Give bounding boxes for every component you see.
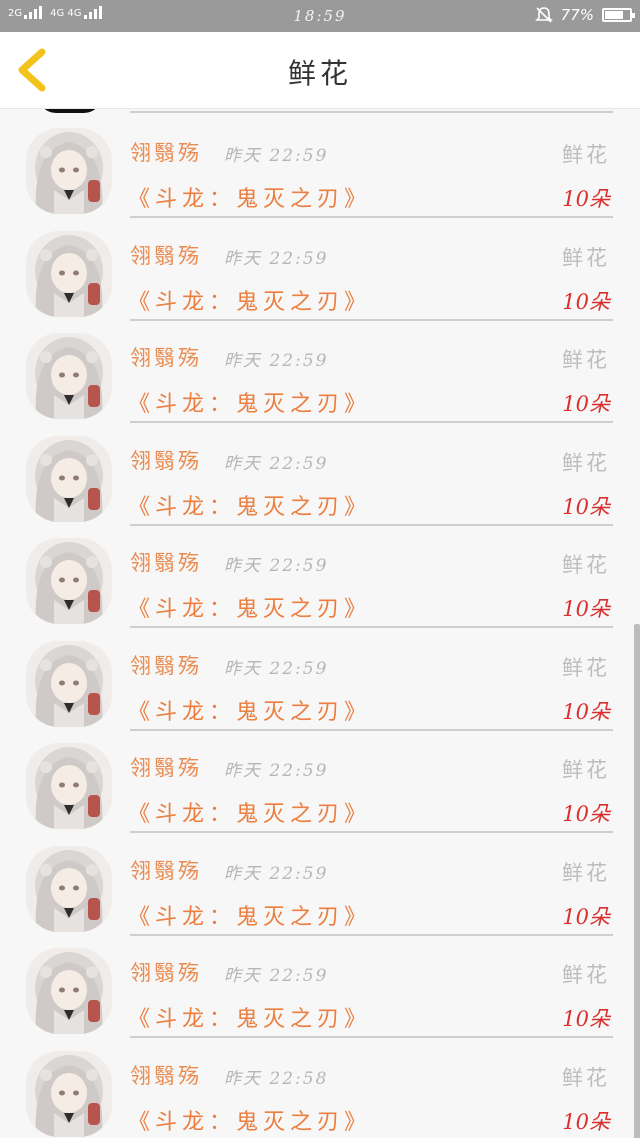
gift-record-row[interactable]: 翎翳殇 昨天 22:59 鲜花 《斗龙：鬼灭之刃》 10朵 — [0, 831, 640, 936]
avatar[interactable] — [26, 1050, 112, 1137]
record-time: 昨天 22:59 — [224, 248, 329, 269]
gift-count: 10朵 — [562, 1109, 610, 1134]
sender-name: 翎翳殇 — [130, 551, 202, 575]
avatar-image — [26, 743, 112, 829]
bell-muted-icon — [534, 7, 553, 23]
avatar-image — [26, 538, 112, 624]
record-time: 昨天 22:59 — [224, 761, 329, 781]
gift-record-row[interactable]: 翎翳殇 昨天 22:59 鲜花 《斗龙：鬼灭之刃》 10朵 — [0, 421, 640, 526]
record-time: 昨天 22:58 — [224, 1068, 329, 1089]
sender-name: 翎翳殇 — [130, 756, 202, 780]
avatar-image — [26, 1050, 112, 1137]
avatar-image — [26, 948, 112, 1034]
status-bar: 2G 4G 4G 18:59 77% — [0, 0, 640, 32]
avatar[interactable] — [26, 538, 112, 624]
record-time: 昨天 22:59 — [224, 146, 329, 166]
sender-name: 翎翳殇 — [130, 141, 202, 165]
page-title: 鲜花 — [287, 57, 352, 90]
gift-type: 鲜花 — [562, 143, 610, 167]
gift-record-row[interactable]: 翎翳殇 昨天 22:59 鲜花 《斗龙：鬼灭之刃》 10朵 — [0, 318, 640, 423]
gift-type: 鲜花 — [562, 1065, 610, 1090]
gift-count: 10朵 — [562, 904, 610, 929]
book-title[interactable]: 《斗龙：鬼灭之刃》 — [128, 489, 371, 521]
sender-name: 翎翳殇 — [130, 243, 202, 268]
avatar[interactable] — [26, 333, 112, 419]
book-title[interactable]: 《斗龙：鬼灭之刃》 — [128, 181, 371, 213]
avatar[interactable] — [26, 128, 112, 214]
book-title[interactable]: 《斗龙：鬼灭之刃》 — [128, 1104, 371, 1136]
battery-icon — [602, 8, 635, 22]
record-time: 昨天 22:59 — [224, 556, 329, 576]
avatar-image — [26, 640, 112, 727]
gift-count: 10朵 — [562, 802, 610, 826]
avatar[interactable] — [26, 845, 112, 932]
battery-fill — [605, 11, 624, 19]
gift-type: 鲜花 — [562, 245, 610, 270]
record-time: 昨天 22:59 — [224, 658, 329, 679]
gift-count: 10朵 — [562, 597, 610, 621]
gift-type: 鲜花 — [562, 348, 610, 372]
gift-record-row[interactable]: 翎翳殇 昨天 22:59 鲜花 《斗龙：鬼灭之刃》 10朵 — [0, 113, 640, 218]
gift-record-row[interactable]: 翎翳殇 昨天 22:59 鲜花 《斗龙：鬼灭之刃》 10朵 — [0, 523, 640, 628]
gift-count: 10朵 — [562, 187, 610, 211]
gift-type: 鲜花 — [562, 963, 610, 987]
avatar-image — [26, 128, 112, 214]
sender-name: 翎翳殇 — [130, 858, 202, 883]
gift-count: 10朵 — [562, 494, 610, 519]
scrollbar[interactable] — [634, 624, 640, 1138]
avatar-image — [26, 845, 112, 932]
book-title[interactable]: 《斗龙：鬼灭之刃》 — [128, 284, 371, 316]
gift-record-list[interactable]: 翎翳殇 昨天 22:59 鲜花 《斗龙：鬼灭之刃》 10朵 翎翳殇 昨天 22:… — [0, 109, 640, 1138]
gift-count: 10朵 — [562, 392, 610, 416]
book-title[interactable]: 《斗龙：鬼灭之刃》 — [128, 899, 371, 931]
book-title[interactable]: 《斗龙：鬼灭之刃》 — [128, 591, 371, 623]
sender-name: 翎翳殇 — [130, 653, 202, 678]
gift-record-row[interactable]: 翎翳殇 昨天 22:58 鲜花 《斗龙：鬼灭之刃》 10朵 — [0, 1036, 640, 1138]
gift-record-row[interactable]: 翎翳殇 昨天 22:59 鲜花 《斗龙：鬼灭之刃》 10朵 — [0, 728, 640, 833]
avatar-image — [26, 333, 112, 419]
gift-type: 鲜花 — [562, 860, 610, 885]
sender-name: 翎翳殇 — [130, 448, 202, 473]
gift-type: 鲜花 — [562, 758, 610, 782]
avatar-image — [26, 230, 112, 317]
gift-record-row[interactable]: 翎翳殇 昨天 22:59 鲜花 《斗龙：鬼灭之刃》 10朵 — [0, 933, 640, 1038]
book-title[interactable]: 《斗龙：鬼灭之刃》 — [128, 386, 371, 418]
avatar[interactable] — [26, 230, 112, 317]
gift-record-row[interactable]: 翎翳殇 昨天 22:59 鲜花 《斗龙：鬼灭之刃》 10朵 — [0, 626, 640, 731]
book-title[interactable]: 《斗龙：鬼灭之刃》 — [128, 694, 371, 726]
sender-name: 翎翳殇 — [130, 346, 202, 370]
record-time: 昨天 22:59 — [224, 966, 329, 986]
book-title[interactable]: 《斗龙：鬼灭之刃》 — [128, 796, 371, 828]
avatar[interactable] — [26, 435, 112, 522]
sender-name: 翎翳殇 — [130, 961, 202, 985]
record-time: 昨天 22:59 — [224, 453, 329, 474]
gift-type: 鲜花 — [562, 553, 610, 577]
app-header: 鲜花 — [0, 32, 640, 109]
sender-name: 翎翳殇 — [130, 1063, 202, 1088]
avatar-image — [26, 435, 112, 522]
record-time: 昨天 22:59 — [224, 863, 329, 884]
avatar[interactable] — [26, 743, 112, 829]
avatar[interactable] — [26, 640, 112, 727]
gift-record-row[interactable]: 翎翳殇 昨天 22:59 鲜花 《斗龙：鬼灭之刃》 10朵 — [0, 216, 640, 321]
gift-type: 鲜花 — [562, 450, 610, 475]
battery-percent: 77% — [560, 6, 594, 24]
gift-count: 10朵 — [562, 699, 610, 724]
record-time: 昨天 22:59 — [224, 351, 329, 371]
avatar[interactable] — [26, 948, 112, 1034]
book-title[interactable]: 《斗龙：鬼灭之刃》 — [128, 1001, 371, 1033]
gift-type: 鲜花 — [562, 655, 610, 680]
gift-count: 10朵 — [562, 289, 610, 314]
gift-count: 10朵 — [562, 1007, 610, 1031]
